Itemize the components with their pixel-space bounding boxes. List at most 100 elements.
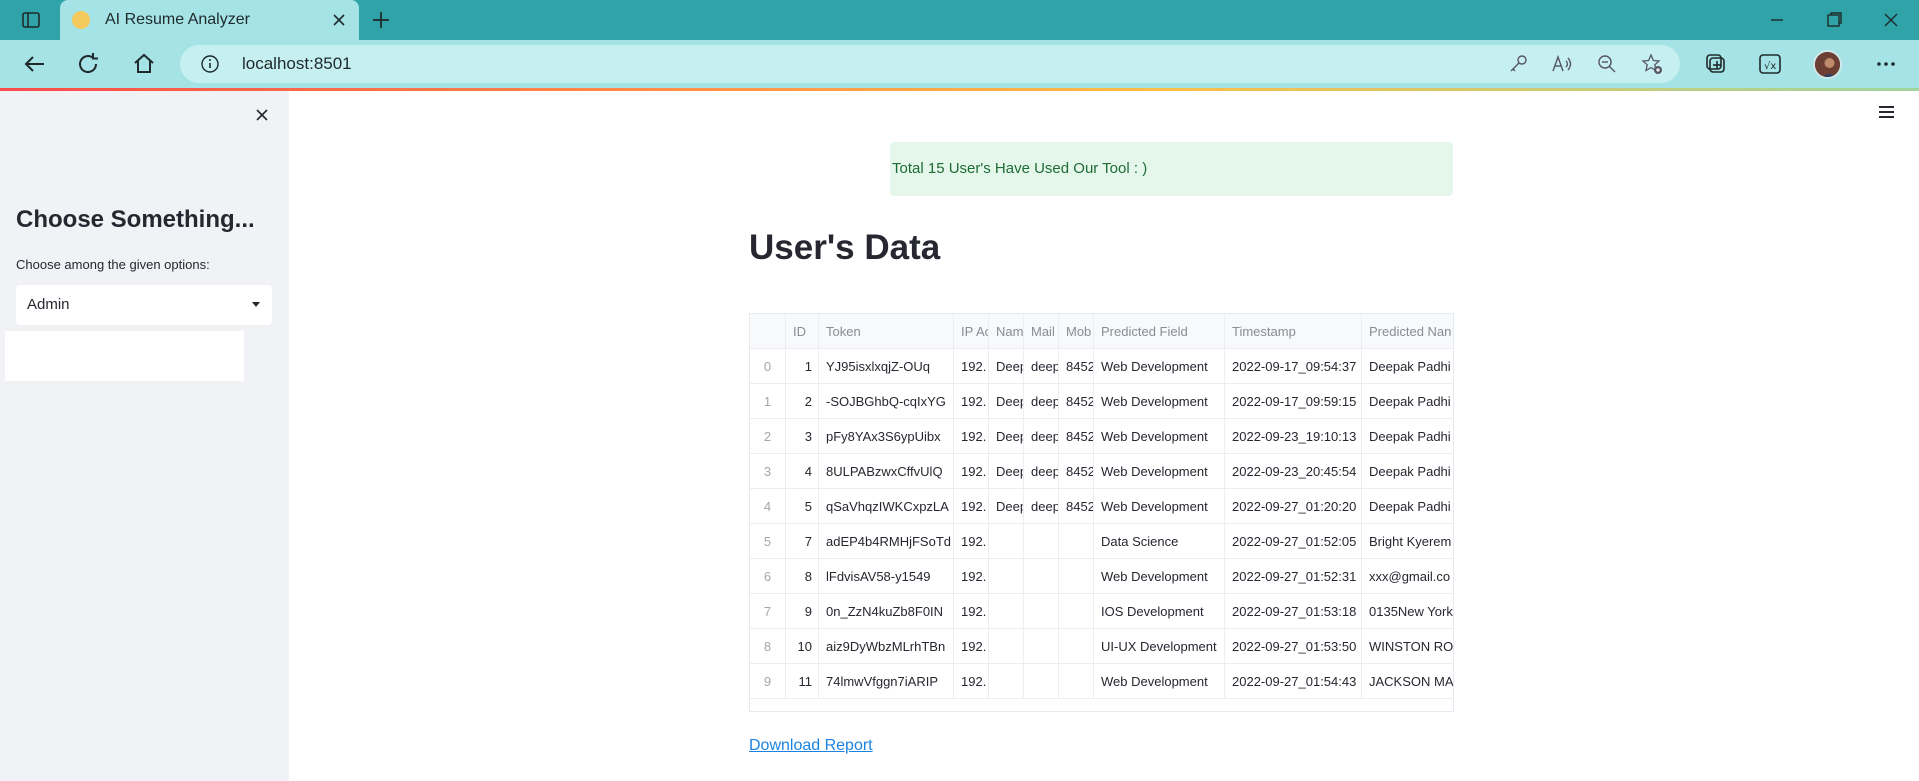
table-cell[interactable]: [1024, 594, 1059, 629]
table-cell[interactable]: 2: [786, 384, 819, 419]
table-cell[interactable]: 2022-09-27_01:52:05: [1225, 524, 1362, 559]
column-header[interactable]: Token: [819, 314, 954, 349]
table-row[interactable]: 1 2 -SOJBGhbQ-cqIxYG 192. Deep deep 8452 Web De…: [750, 384, 1453, 419]
table-row[interactable]: 5 7 adEP4b4RMHjFSoTd 192. Data Science 2022-0…: [750, 524, 1453, 559]
table-cell[interactable]: 192.: [954, 559, 989, 594]
table-cell[interactable]: 8: [786, 559, 819, 594]
table-cell[interactable]: deep: [1024, 384, 1059, 419]
table-cell[interactable]: deep: [1024, 489, 1059, 524]
table-cell[interactable]: [1024, 559, 1059, 594]
table-cell[interactable]: Deep: [989, 349, 1024, 384]
table-cell[interactable]: Deepak Padhi: [1362, 384, 1453, 419]
table-cell[interactable]: aiz9DyWbzMLrhTBn: [819, 629, 954, 664]
table-cell[interactable]: Web Development: [1094, 489, 1225, 524]
table-cell[interactable]: [989, 594, 1024, 629]
table-cell[interactable]: Deep: [989, 489, 1024, 524]
column-header[interactable]: Nam: [989, 314, 1024, 349]
math-solver-icon[interactable]: √x: [1756, 50, 1784, 78]
table-header-row[interactable]: ID Token IP Ac Nam Mail Mob Predicted Field Tim…: [750, 314, 1453, 349]
table-row[interactable]: 6 8 lFdvisAV58-y1549 192. Web Development 202…: [750, 559, 1453, 594]
table-cell[interactable]: 2022-09-17_09:59:15: [1225, 384, 1362, 419]
back-icon[interactable]: [20, 50, 50, 78]
table-cell[interactable]: Data Science: [1094, 524, 1225, 559]
table-cell[interactable]: 2022-09-17_09:54:37: [1225, 349, 1362, 384]
table-cell[interactable]: 192.: [954, 664, 989, 699]
column-header[interactable]: Mob: [1059, 314, 1094, 349]
table-cell[interactable]: 7: [786, 524, 819, 559]
table-cell[interactable]: pFy8YAx3S6ypUibx: [819, 419, 954, 454]
read-aloud-icon[interactable]: [1551, 53, 1573, 75]
table-cell[interactable]: qSaVhqzIWKCxpzLA: [819, 489, 954, 524]
table-cell[interactable]: lFdvisAV58-y1549: [819, 559, 954, 594]
table-cell[interactable]: deep: [1024, 419, 1059, 454]
table-row[interactable]: 9 11 74lmwVfggn7iARIP 192. Web Development 20…: [750, 664, 1453, 699]
table-cell[interactable]: 8452: [1059, 384, 1094, 419]
table-cell[interactable]: [989, 664, 1024, 699]
column-header[interactable]: Mail: [1024, 314, 1059, 349]
table-cell[interactable]: 2: [750, 419, 786, 454]
table-cell[interactable]: 192.: [954, 594, 989, 629]
table-cell[interactable]: [1059, 524, 1094, 559]
table-cell[interactable]: UI-UX Development: [1094, 629, 1225, 664]
table-cell[interactable]: IOS Development: [1094, 594, 1225, 629]
table-cell[interactable]: 192.: [954, 349, 989, 384]
table-cell[interactable]: 1: [786, 349, 819, 384]
table-cell[interactable]: Web Development: [1094, 419, 1225, 454]
table-cell[interactable]: 8452: [1059, 349, 1094, 384]
table-cell[interactable]: [1059, 664, 1094, 699]
table-cell[interactable]: Bright Kyerem: [1362, 524, 1453, 559]
home-icon[interactable]: [129, 50, 159, 78]
zoom-out-icon[interactable]: [1596, 53, 1618, 75]
table-cell[interactable]: Deepak Padhi: [1362, 419, 1453, 454]
table-cell[interactable]: 2022-09-27_01:53:18: [1225, 594, 1362, 629]
table-row[interactable]: 3 4 8ULPABzwxCffvUlQ 192. Deep deep 8452 Web De…: [750, 454, 1453, 489]
key-icon[interactable]: [1507, 53, 1529, 75]
table-cell[interactable]: 9: [786, 594, 819, 629]
column-header[interactable]: IP Ac: [954, 314, 989, 349]
table-cell[interactable]: 192.: [954, 384, 989, 419]
table-cell[interactable]: 7: [750, 594, 786, 629]
main-menu-icon[interactable]: [1879, 106, 1897, 122]
profile-avatar[interactable]: [1813, 50, 1842, 79]
site-info-icon[interactable]: [200, 54, 220, 74]
table-cell[interactable]: adEP4b4RMHjFSoTd: [819, 524, 954, 559]
table-cell[interactable]: WINSTON ROS: [1362, 629, 1453, 664]
tab-close-icon[interactable]: [329, 10, 349, 30]
table-cell[interactable]: JACKSON MAC: [1362, 664, 1453, 699]
table-cell[interactable]: 0n_ZzN4kuZb8F0IN: [819, 594, 954, 629]
options-select[interactable]: Admin: [16, 285, 272, 325]
table-cell[interactable]: 192.: [954, 629, 989, 664]
table-cell[interactable]: Web Development: [1094, 349, 1225, 384]
table-cell[interactable]: 8452: [1059, 454, 1094, 489]
table-cell[interactable]: 1: [750, 384, 786, 419]
table-cell[interactable]: 2022-09-23_19:10:13: [1225, 419, 1362, 454]
table-cell[interactable]: [1059, 559, 1094, 594]
reload-icon[interactable]: [74, 50, 104, 78]
column-header[interactable]: ID: [786, 314, 819, 349]
sidebar-close-icon[interactable]: [252, 105, 272, 125]
table-cell[interactable]: 192.: [954, 454, 989, 489]
table-cell[interactable]: xxx@gmail.co: [1362, 559, 1453, 594]
table-cell[interactable]: Deepak Padhi: [1362, 454, 1453, 489]
table-cell[interactable]: [989, 629, 1024, 664]
table-cell[interactable]: Web Development: [1094, 384, 1225, 419]
table-cell[interactable]: 6: [750, 559, 786, 594]
add-favorite-icon[interactable]: [1641, 53, 1663, 75]
table-row[interactable]: 0 1 YJ95isxlxqjZ-OUq 192. Deep deep 8452 Web De…: [750, 349, 1453, 384]
table-cell[interactable]: [989, 524, 1024, 559]
table-cell[interactable]: [1024, 664, 1059, 699]
column-header[interactable]: Predicted Field: [1094, 314, 1225, 349]
column-header[interactable]: Predicted Nan: [1362, 314, 1453, 349]
table-cell[interactable]: 0135New York: [1362, 594, 1453, 629]
table-row[interactable]: 2 3 pFy8YAx3S6ypUibx 192. Deep deep 8452 Web De…: [750, 419, 1453, 454]
table-cell[interactable]: 2022-09-27_01:20:20: [1225, 489, 1362, 524]
table-cell[interactable]: [989, 559, 1024, 594]
collections-icon[interactable]: [1702, 50, 1730, 78]
table-cell[interactable]: 11: [786, 664, 819, 699]
table-row[interactable]: 8 10 aiz9DyWbzMLrhTBn 192. UI-UX Development…: [750, 629, 1453, 664]
user-data-table[interactable]: ID Token IP Ac Nam Mail Mob Predicted Field Tim…: [749, 313, 1454, 712]
table-cell[interactable]: 2022-09-23_20:45:54: [1225, 454, 1362, 489]
table-cell[interactable]: Deepak Padhi: [1362, 349, 1453, 384]
table-cell[interactable]: 2022-09-27_01:53:50: [1225, 629, 1362, 664]
download-report-link[interactable]: Download Report: [749, 737, 873, 755]
